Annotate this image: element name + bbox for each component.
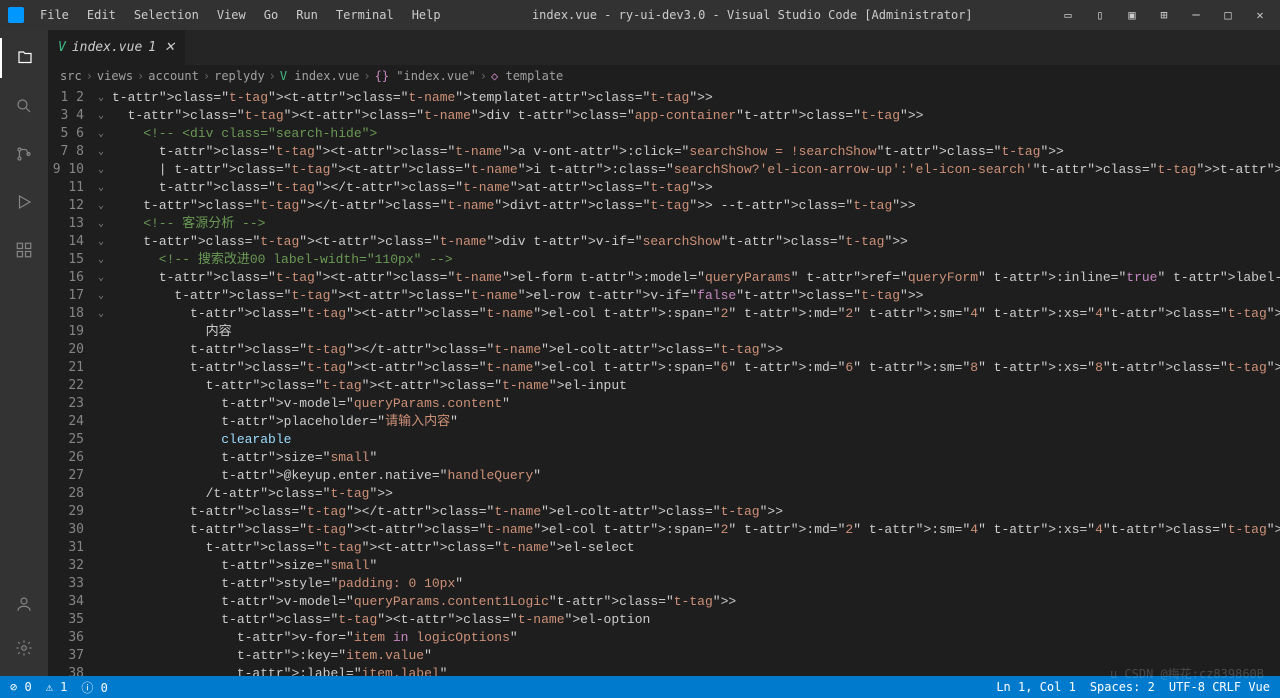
close-icon[interactable]: ✕ — [1248, 8, 1272, 22]
settings-gear-icon[interactable] — [0, 628, 48, 668]
status-info[interactable]: ⓘ 0 — [81, 679, 107, 696]
menu-run[interactable]: Run — [288, 4, 326, 26]
menu-edit[interactable]: Edit — [79, 4, 124, 26]
menu-view[interactable]: View — [209, 4, 254, 26]
tab-label: index.vue — [72, 40, 142, 55]
explorer-icon[interactable] — [0, 38, 48, 78]
breadcrumb-item[interactable]: src — [60, 69, 82, 83]
line-numbers: 1 2 3 4 5 6 7 8 9 10 11 12 13 14 15 16 1… — [48, 87, 98, 676]
window-title: index.vue - ry-ui-dev3.0 - Visual Studio… — [449, 8, 1056, 22]
watermark: u CSDN @梅花:cz839860B — [1110, 665, 1264, 682]
tab-modified: 1 — [148, 40, 156, 55]
account-icon[interactable] — [0, 584, 48, 624]
status-encoding[interactable]: UTF-8 CRLF Vue — [1169, 680, 1270, 694]
code-content[interactable]: t-attr">class="t-tag"><t-attr">class="t-… — [112, 87, 1280, 676]
run-debug-icon[interactable] — [0, 182, 48, 222]
title-bar: FileEditSelectionViewGoRunTerminalHelp i… — [0, 0, 1280, 30]
split-icon[interactable]: ⊞ — [1152, 8, 1176, 22]
source-control-icon[interactable] — [0, 134, 48, 174]
status-spaces[interactable]: Spaces: 2 — [1090, 680, 1155, 694]
breadcrumbs[interactable]: src›views›account›replydy›V index.vue›{}… — [48, 65, 1280, 87]
panel-icon[interactable]: ▯ — [1088, 8, 1112, 22]
tab-index-vue[interactable]: V index.vue 1 ✕ — [48, 30, 186, 65]
menu-file[interactable]: File — [32, 4, 77, 26]
breadcrumb-item[interactable]: ◇ template — [491, 69, 563, 83]
activity-bar — [0, 30, 48, 676]
menu-help[interactable]: Help — [404, 4, 449, 26]
extensions-icon[interactable] — [0, 230, 48, 270]
status-warnings[interactable]: ⚠ 1 — [46, 680, 68, 694]
minimize-icon[interactable]: ─ — [1184, 8, 1208, 22]
breadcrumb-item[interactable]: account — [148, 69, 199, 83]
search-icon[interactable] — [0, 86, 48, 126]
status-cursor-pos[interactable]: Ln 1, Col 1 — [996, 680, 1075, 694]
breadcrumb-item[interactable]: V index.vue — [280, 69, 359, 83]
status-errors[interactable]: ⊘ 0 — [10, 680, 32, 694]
menu-bar: FileEditSelectionViewGoRunTerminalHelp — [32, 4, 449, 26]
fold-gutter[interactable]: ⌄ ⌄ ⌄ ⌄ ⌄ ⌄ ⌄ ⌄ ⌄ ⌄ ⌄ ⌄ ⌄ — [98, 87, 112, 676]
vscode-logo-icon — [8, 7, 24, 23]
breadcrumb-item[interactable]: views — [97, 69, 133, 83]
breadcrumb-item[interactable]: {} "index.vue" — [375, 69, 476, 83]
layout-icon[interactable]: ▭ — [1056, 8, 1080, 22]
menu-terminal[interactable]: Terminal — [328, 4, 402, 26]
breadcrumb-item[interactable]: replydy — [214, 69, 265, 83]
menu-go[interactable]: Go — [256, 4, 286, 26]
tabs: V index.vue 1 ✕ ▯ ⋯ — [48, 30, 1280, 65]
tab-close-icon[interactable]: ✕ — [164, 40, 175, 55]
maximize-icon[interactable]: □ — [1216, 8, 1240, 22]
menu-selection[interactable]: Selection — [126, 4, 207, 26]
vue-icon: V — [58, 40, 66, 55]
status-bar: ⊘ 0 ⚠ 1 ⓘ 0 Ln 1, Col 1 Spaces: 2 UTF-8 … — [0, 676, 1280, 698]
editor: V index.vue 1 ✕ ▯ ⋯ src›views›account›re… — [48, 30, 1280, 676]
layout2-icon[interactable]: ▣ — [1120, 8, 1144, 22]
title-controls: ▭ ▯ ▣ ⊞ ─ □ ✕ — [1056, 8, 1272, 22]
